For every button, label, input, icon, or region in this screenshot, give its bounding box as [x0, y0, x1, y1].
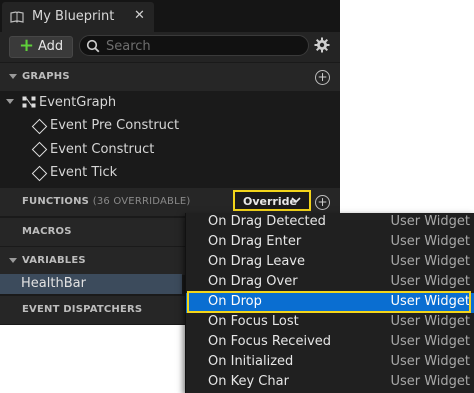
event-dispatchers-header-label: EVENT DISPATCHERS	[22, 304, 143, 315]
functions-overridable-count: (36 OVERRIDABLE)	[92, 196, 191, 207]
menu-item-name: On Drag Leave	[208, 254, 305, 269]
variable-row-healthbar[interactable]: HealthBar	[0, 274, 182, 294]
menu-item-on-drag-detected[interactable]: On Drag Detected User Widget	[186, 213, 474, 233]
menu-item-type: User Widget	[390, 294, 470, 309]
eventgraph-caret-icon[interactable]	[6, 99, 14, 104]
search-icon	[86, 39, 100, 53]
override-button[interactable]: Override	[233, 190, 311, 211]
menu-item-on-key-char[interactable]: On Key Char User Widget	[186, 373, 474, 393]
menu-item-on-initialized[interactable]: On Initialized User Widget	[186, 353, 474, 373]
menu-item-name: On Drag Over	[208, 274, 298, 289]
tab-title: My Blueprint	[32, 9, 115, 24]
menu-item-type: User Widget	[390, 374, 470, 389]
variable-label: HealthBar	[21, 276, 86, 291]
event-construct-item[interactable]: Event Construct	[50, 142, 154, 157]
event-tick-item[interactable]: Event Tick	[50, 165, 117, 180]
menu-item-on-drag-leave[interactable]: On Drag Leave User Widget	[186, 253, 474, 273]
menu-item-type: User Widget	[390, 354, 470, 369]
event-pre-construct-item[interactable]: Event Pre Construct	[50, 118, 179, 133]
menu-item-on-focus-received[interactable]: On Focus Received User Widget	[186, 333, 474, 353]
menu-item-on-drag-enter[interactable]: On Drag Enter User Widget	[186, 233, 474, 253]
add-button[interactable]: + Add	[9, 35, 73, 58]
menu-item-type: User Widget	[390, 314, 470, 329]
event-graph-item[interactable]: EventGraph	[39, 95, 116, 110]
close-icon[interactable]: ✕	[134, 8, 145, 23]
event-node-icon	[31, 165, 48, 182]
override-label: Override	[243, 195, 297, 208]
menu-item-name: On Focus Received	[208, 334, 332, 349]
menu-item-type: User Widget	[390, 214, 470, 229]
graphs-header-label: GRAPHS	[22, 71, 70, 82]
menu-item-name: On Key Char	[208, 374, 289, 389]
collapse-caret-icon[interactable]	[9, 258, 17, 263]
menu-item-name: On Drag Detected	[208, 214, 326, 229]
functions-header-label: FUNCTIONS (36 OVERRIDABLE)	[22, 196, 191, 207]
macros-header-label: MACROS	[22, 226, 72, 237]
tab-bar: My Blueprint ✕	[0, 0, 340, 32]
add-graph-icon[interactable]: +	[315, 70, 330, 85]
menu-item-name: On Drop	[208, 294, 262, 309]
event-node-icon	[31, 118, 48, 135]
chevron-down-icon	[291, 197, 301, 204]
functions-title: FUNCTIONS	[22, 196, 90, 207]
event-graph-icon	[22, 96, 36, 108]
tab-my-blueprint[interactable]: My Blueprint ✕	[2, 2, 154, 32]
graphs-section-header[interactable]: GRAPHS +	[0, 63, 340, 91]
plus-icon: +	[19, 35, 35, 56]
menu-item-name: On Focus Lost	[208, 314, 299, 329]
menu-item-on-focus-lost[interactable]: On Focus Lost User Widget	[186, 313, 474, 333]
override-dropdown-menu: On Drag Detected User Widget On Drag Ent…	[185, 213, 474, 393]
collapse-caret-icon[interactable]	[9, 74, 17, 79]
add-label: Add	[38, 39, 64, 54]
search-input[interactable]	[104, 37, 303, 56]
search-box[interactable]	[79, 35, 309, 56]
menu-item-type: User Widget	[390, 274, 470, 289]
menu-item-type: User Widget	[390, 254, 470, 269]
menu-item-type: User Widget	[390, 234, 470, 249]
menu-item-on-drop[interactable]: On Drop User Widget	[186, 293, 474, 313]
event-node-icon	[31, 141, 48, 158]
add-function-icon[interactable]: +	[315, 195, 330, 210]
menu-item-name: On Initialized	[208, 354, 294, 369]
menu-item-type: User Widget	[390, 334, 470, 349]
variables-header-label: VARIABLES	[22, 255, 86, 266]
gear-icon[interactable]	[314, 37, 330, 53]
blueprint-book-icon	[10, 11, 24, 23]
menu-item-on-drag-over[interactable]: On Drag Over User Widget	[186, 273, 474, 293]
menu-item-name: On Drag Enter	[208, 234, 302, 249]
